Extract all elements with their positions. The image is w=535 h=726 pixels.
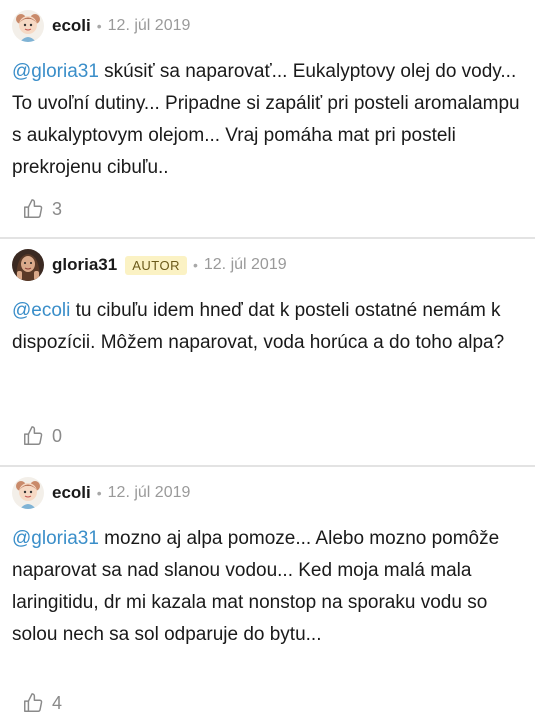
user-avatar[interactable] [12, 249, 44, 281]
comment-item: ecoli • 12. júl 2019 @gloria31 skúsiť sa… [0, 0, 535, 237]
like-button[interactable]: 4 [22, 692, 62, 714]
author-badge: AUTOR [125, 255, 187, 275]
comment-header: gloria31 AUTOR • 12. júl 2019 [12, 239, 535, 285]
separator-dot: • [96, 485, 102, 501]
thumbs-up-icon [24, 199, 43, 218]
user-avatar[interactable] [12, 477, 44, 509]
comment-body: tu cibuľu idem hneď dat k posteli ostatn… [12, 300, 505, 353]
user-avatar[interactable] [12, 10, 44, 42]
comment-text: @ecoli tu cibuľu idem hneď dat k posteli… [12, 285, 535, 359]
author-name[interactable]: ecoli [52, 16, 91, 36]
like-count: 0 [52, 425, 63, 446]
author-name[interactable]: gloria31 [52, 255, 117, 275]
comment-date: 12. júl 2019 [107, 484, 191, 501]
comment-item: ecoli • 12. júl 2019 @gloria31 mozno aj … [0, 467, 535, 726]
comment-text: @gloria31 skúsiť sa naparovať... Eukalyp… [12, 46, 535, 184]
user-mention-link[interactable]: @gloria31 [12, 528, 99, 549]
separator-dot: • [192, 257, 198, 273]
comment-date: 12. júl 2019 [107, 17, 191, 34]
comment-item: gloria31 AUTOR • 12. júl 2019 @ecoli tu … [0, 239, 535, 465]
separator-dot: • [96, 18, 102, 34]
author-name[interactable]: ecoli [52, 483, 91, 503]
comment-date: 12. júl 2019 [203, 256, 287, 273]
like-count: 3 [52, 198, 63, 219]
thumbs-up-icon [24, 693, 43, 712]
thumbs-up-icon [24, 426, 43, 445]
like-button[interactable]: 0 [22, 425, 62, 447]
user-mention-link[interactable]: @gloria31 [12, 61, 99, 82]
user-mention-link[interactable]: @ecoli [12, 300, 70, 321]
comment-text: @gloria31 mozno aj alpa pomoze... Alebo … [12, 513, 535, 651]
comment-header: ecoli • 12. júl 2019 [12, 467, 535, 513]
comment-header: ecoli • 12. júl 2019 [12, 0, 535, 46]
like-count: 4 [52, 692, 63, 713]
like-button[interactable]: 3 [22, 198, 62, 220]
